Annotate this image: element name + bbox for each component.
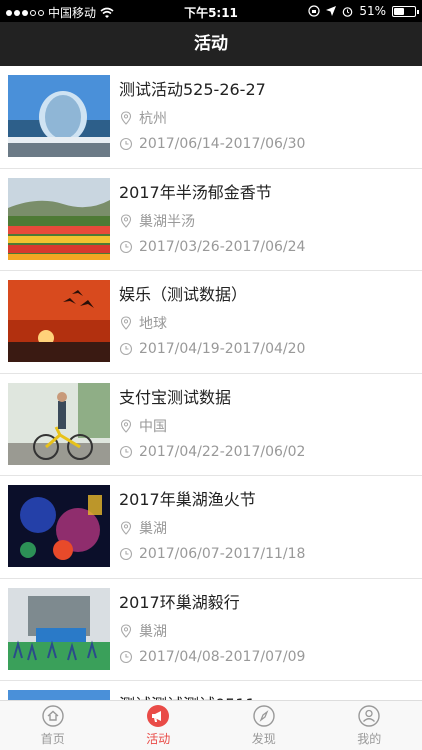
dates-label: 2017/04/19-2017/04/20 (139, 341, 306, 357)
compass-icon (253, 705, 275, 727)
tab-home[interactable]: 首页 (0, 701, 106, 750)
activity-title: 2017环巢湖毅行 (119, 592, 240, 612)
activity-item[interactable]: 支付宝测试数据 中国 2017/04/22-2017/06/02 (0, 374, 422, 476)
location-pin-icon (120, 418, 132, 433)
tab-label: 活动 (146, 732, 171, 746)
location-pin-icon (120, 213, 132, 228)
location-label: 地球 (139, 316, 167, 332)
activity-dates: 2017/06/14-2017/06/30 (119, 136, 305, 152)
location-pin-icon (120, 623, 132, 638)
location-label: 杭州 (139, 111, 167, 127)
location-pin-icon (120, 316, 132, 330)
activity-title: 娱乐（测试数据） (119, 285, 248, 304)
activity-thumbnail (8, 177, 110, 260)
rotation-lock-icon (308, 5, 320, 17)
clock-icon (119, 650, 133, 663)
dates-label: 2017/03/26-2017/06/24 (139, 238, 306, 255)
activity-item[interactable]: 2017环巢湖毅行 巢湖 2017/04/08-2017/07/09 (0, 579, 422, 681)
battery-percent: 51% (359, 4, 386, 18)
activity-location: 地球 (119, 313, 167, 333)
dates-label: 2017/06/14-2017/06/30 (139, 136, 306, 152)
activity-location: 巢湖半汤 (119, 211, 195, 231)
clock-icon (119, 240, 133, 253)
activity-location: 巢湖 (119, 621, 167, 641)
clock-icon (119, 445, 133, 458)
activity-title: 测试测试测试0511 (119, 691, 256, 700)
activity-thumbnail (8, 382, 110, 465)
activity-thumbnail (8, 690, 110, 700)
page-title: 活动 (194, 34, 228, 54)
location-label: 巢湖 (139, 521, 167, 537)
activity-dates: 2017/06/07-2017/11/18 (119, 546, 305, 562)
activity-item[interactable]: 娱乐（测试数据） 地球 2017/04/19-2017/04/20 (0, 271, 422, 374)
clock-icon (119, 137, 133, 151)
activity-dates: 2017/03/26-2017/06/24 (119, 239, 305, 255)
status-bar: 中国移动 下午5:11 51% (0, 0, 422, 22)
activity-location: 中国 (119, 416, 167, 436)
activity-title: 2017年巢湖渔火节 (119, 490, 256, 509)
person-icon (358, 705, 380, 727)
location-pin-icon (120, 521, 132, 535)
location-arrow-icon (326, 6, 337, 16)
location-label: 巢湖半汤 (139, 213, 195, 230)
activity-title: 支付宝测试数据 (119, 387, 232, 407)
activity-thumbnail (8, 75, 110, 157)
tab-bar: 首页 活动 发现 我的 (0, 700, 422, 750)
activity-title: 测试活动525-26-27 (119, 80, 266, 99)
dates-label: 2017/06/07-2017/11/18 (139, 546, 306, 562)
megaphone-icon (147, 705, 170, 727)
activity-dates: 2017/04/08-2017/07/09 (119, 649, 305, 665)
clock-icon (119, 547, 133, 561)
activity-thumbnail (8, 485, 110, 567)
status-right: 51% (308, 4, 419, 18)
tab-label: 发现 (251, 732, 276, 746)
location-label: 巢湖 (139, 623, 167, 640)
activity-item[interactable]: 测试活动525-26-27 杭州 2017/06/14-2017/06/30 (0, 66, 422, 169)
activity-dates: 2017/04/19-2017/04/20 (119, 341, 305, 357)
activity-location: 杭州 (119, 108, 167, 128)
tab-label: 我的 (357, 732, 382, 746)
battery-icon (392, 5, 419, 17)
location-label: 中国 (139, 418, 167, 435)
activity-item[interactable]: 2017年半汤郁金香节 巢湖半汤 2017/03/26-2017/06/24 (0, 169, 422, 271)
tab-activities[interactable]: 活动 (106, 701, 212, 750)
tab-me[interactable]: 我的 (317, 701, 422, 750)
activity-item[interactable]: 测试测试测试0511 (0, 681, 422, 700)
dates-label: 2017/04/22-2017/06/02 (139, 443, 306, 460)
dates-label: 2017/04/08-2017/07/09 (139, 648, 306, 665)
location-pin-icon (120, 111, 132, 125)
activity-title: 2017年半汤郁金香节 (119, 182, 272, 202)
tab-label: 首页 (40, 732, 65, 746)
alarm-icon (343, 6, 353, 17)
tab-discover[interactable]: 发现 (211, 701, 317, 750)
activity-location: 巢湖 (119, 518, 167, 538)
activity-list[interactable]: 测试活动525-26-27 杭州 2017/06/14-2017/06/30 2… (0, 66, 422, 700)
activity-item[interactable]: 2017年巢湖渔火节 巢湖 2017/06/07-2017/11/18 (0, 476, 422, 579)
home-icon (42, 705, 64, 727)
nav-bar: 活动 (0, 22, 422, 66)
activity-dates: 2017/04/22-2017/06/02 (119, 444, 305, 460)
clock-icon (119, 342, 133, 356)
activity-thumbnail (8, 280, 110, 362)
activity-thumbnail (8, 587, 110, 670)
